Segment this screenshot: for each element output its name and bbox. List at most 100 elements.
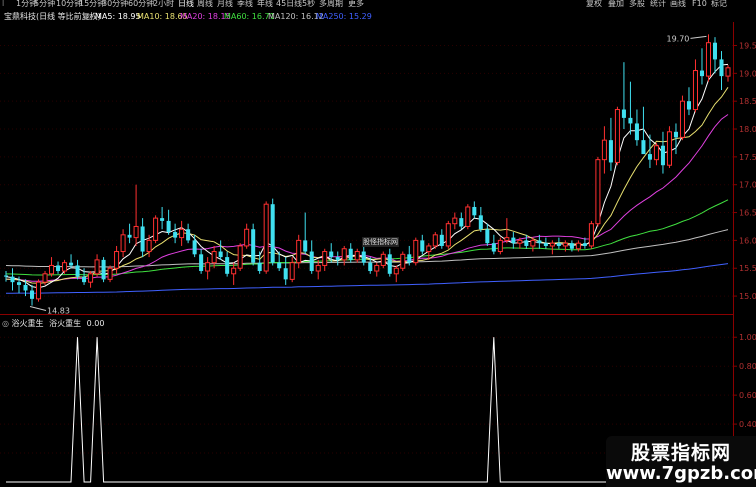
- candle-body: [244, 228, 250, 247]
- candle-body: [485, 229, 490, 244]
- candle-body: [628, 117, 633, 124]
- indicator-settings-icon[interactable]: ◎: [2, 319, 9, 328]
- candle: [692, 59, 698, 113]
- candle: [270, 198, 275, 266]
- candle: [628, 81, 633, 135]
- candle: [257, 251, 262, 274]
- candle: [309, 240, 314, 274]
- candle: [283, 257, 288, 285]
- candle-body: [309, 251, 314, 272]
- candle-body: [465, 206, 471, 227]
- candle: [10, 268, 15, 291]
- candle: [166, 209, 171, 235]
- candle-body: [478, 215, 483, 230]
- candle-body: [23, 284, 28, 291]
- candle-body: [595, 159, 601, 225]
- candle: [335, 251, 340, 266]
- candle-body: [329, 251, 334, 258]
- candle: [56, 261, 61, 274]
- candle-body: [537, 240, 542, 244]
- candle: [452, 212, 458, 230]
- candle-body: [400, 253, 406, 269]
- candle-body: [237, 245, 243, 269]
- candle: [407, 245, 412, 266]
- candle-body: [218, 251, 223, 258]
- high-pointer: [690, 35, 707, 39]
- candle: [225, 251, 230, 277]
- candle: [244, 223, 250, 249]
- watermark-title: 股票指标网: [630, 442, 731, 464]
- candle-body: [575, 242, 581, 250]
- candle-body: [166, 220, 171, 233]
- candle: [472, 201, 477, 219]
- candle-body: [426, 245, 432, 253]
- candle-body: [614, 109, 620, 163]
- candle-body: [641, 140, 646, 155]
- candle-body: [69, 262, 74, 266]
- candle-body: [511, 237, 516, 244]
- candle-body: [257, 262, 262, 272]
- indicator-tick-label: 0.60: [739, 391, 756, 400]
- candle-body: [517, 239, 523, 244]
- candle: [303, 212, 308, 255]
- candle-body: [374, 264, 380, 272]
- candle-body: [205, 262, 211, 272]
- candle: [524, 234, 529, 249]
- candle: [420, 234, 425, 255]
- indicator-tick-label: 0.40: [739, 420, 756, 429]
- candle-body: [107, 267, 113, 280]
- candle-body: [348, 248, 353, 260]
- indicator-info-line: ◎ 浴火重生 浴火重生 0.00: [2, 318, 104, 329]
- candle: [614, 106, 620, 166]
- candle: [601, 126, 607, 174]
- candle-body: [549, 242, 555, 247]
- candle-body: [543, 243, 548, 246]
- candle: [192, 234, 197, 258]
- candle-body: [341, 248, 347, 261]
- price-tick-label: 19.5: [739, 41, 756, 50]
- candle-body: [322, 251, 328, 266]
- candle-body: [315, 264, 321, 272]
- indicator-tick-label: 0.80: [739, 362, 756, 371]
- indicator-series-name: 浴火重生: [49, 319, 82, 328]
- candle-body: [251, 229, 256, 263]
- candle: [101, 257, 106, 283]
- candle-body: [692, 70, 698, 111]
- indicator-value: 0.00: [86, 319, 105, 328]
- candle-body: [524, 240, 529, 246]
- candle: [432, 232, 438, 249]
- site-watermark: 股票指标网 www.7gpzb.com: [606, 436, 756, 487]
- price-tick-label: 18.5: [739, 97, 756, 106]
- candle: [205, 257, 211, 280]
- high-value-label: 19.70: [666, 34, 689, 43]
- candle: [686, 87, 691, 116]
- candle: [348, 243, 353, 263]
- candle-body: [186, 229, 191, 241]
- candle-body: [101, 259, 106, 280]
- price-tick-label: 16.0: [739, 236, 756, 245]
- candle-body: [62, 262, 68, 272]
- candle-body: [179, 228, 185, 239]
- candle: [719, 51, 724, 91]
- candle: [705, 34, 712, 82]
- candle: [400, 251, 406, 272]
- candle-body: [582, 243, 587, 246]
- low-value-label: 14.83: [47, 307, 70, 316]
- candle-body: [75, 265, 80, 277]
- candle-body: [380, 253, 386, 266]
- candle: [374, 262, 380, 277]
- candle-body: [621, 109, 626, 118]
- indicator-title[interactable]: 浴火重生: [12, 319, 44, 328]
- candle-body: [354, 251, 360, 261]
- candle: [543, 237, 548, 249]
- candle-body: [601, 139, 607, 161]
- candle: [511, 232, 516, 249]
- candle: [556, 237, 561, 249]
- candle-body: [445, 223, 451, 247]
- candle: [160, 206, 165, 230]
- candle: [426, 243, 432, 260]
- candle-body: [88, 273, 94, 283]
- candle: [289, 257, 295, 283]
- candle-body: [270, 204, 275, 263]
- candle-body: [153, 217, 159, 241]
